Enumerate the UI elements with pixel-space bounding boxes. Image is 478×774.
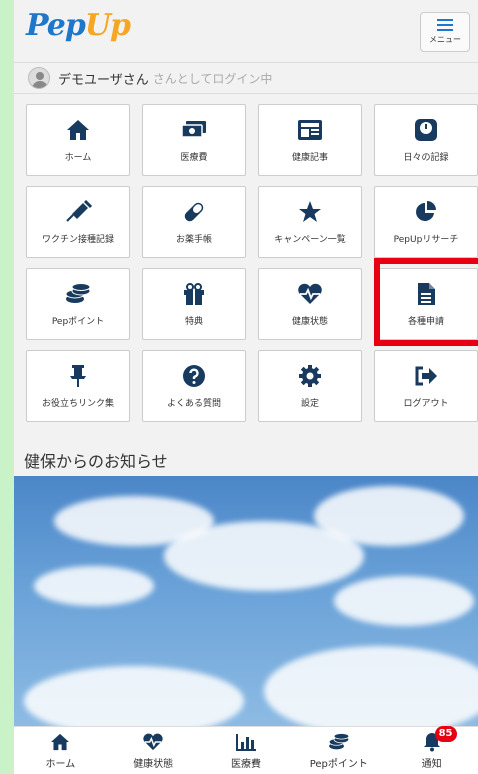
home-icon (64, 118, 92, 142)
bottom-nav: ホーム 健康状態 医療費 Pepポイント 85 通知 (14, 725, 478, 774)
tile-label: ホーム (64, 152, 92, 163)
tile-health-articles[interactable]: 健康記事 (258, 104, 362, 176)
heartbeat-icon (142, 732, 164, 752)
tile-pep-points[interactable]: Pepポイント (26, 268, 130, 340)
tile-label: PepUpリサーチ (393, 234, 459, 245)
cloud (34, 566, 154, 606)
tile-pepup-research[interactable]: PepUpリサーチ (374, 186, 478, 258)
tile-medical-expenses[interactable]: 医療費 (142, 104, 246, 176)
tile-label: Pepポイント (51, 316, 105, 327)
tile-useful-links[interactable]: お役立ちリンク集 (26, 350, 130, 422)
star-icon (296, 200, 324, 224)
coins-icon (64, 282, 92, 306)
tile-label: 健康記事 (291, 152, 328, 163)
tile-label: 日々の記録 (403, 152, 449, 163)
money-icon (180, 118, 208, 142)
nav-notifications[interactable]: 85 通知 (387, 725, 477, 770)
tile-health-status[interactable]: 健康状態 (258, 268, 362, 340)
scale-icon (412, 118, 440, 142)
tile-label: ログアウト (403, 398, 449, 409)
nav-medical-expenses[interactable]: 医療費 (201, 732, 291, 770)
nav-label: ホーム (45, 758, 76, 770)
highlight-box (374, 258, 478, 346)
tile-label: 健康状態 (291, 316, 328, 327)
nav-label: 健康状態 (133, 758, 174, 770)
menu-label: メニュー (429, 35, 461, 44)
coins-icon (328, 732, 350, 752)
nav-health-status[interactable]: 健康状態 (108, 732, 198, 770)
pepup-logo[interactable]: PepUp (26, 8, 131, 43)
tile-label: 特典 (184, 316, 203, 327)
bar-chart-icon (235, 732, 257, 752)
article-icon (296, 118, 324, 142)
nav-pep-points[interactable]: Pepポイント (294, 732, 384, 770)
tile-label: よくある質問 (166, 398, 221, 409)
home-icon (49, 732, 71, 752)
logo-accent-text: Up (84, 8, 131, 43)
tile-daily-records[interactable]: 日々の記録 (374, 104, 478, 176)
nav-label: Pepポイント (309, 758, 368, 770)
gift-icon (180, 282, 208, 306)
tile-label: 設定 (300, 398, 319, 409)
nav-label: 医療費 (230, 758, 261, 770)
syringe-icon (64, 199, 92, 224)
tile-settings[interactable]: 設定 (258, 350, 362, 422)
cloud (24, 666, 244, 726)
tile-vaccination-records[interactable]: ワクチン接種記録 (26, 186, 130, 258)
user-bar: デモユーザさん さんとしてログイン中 (14, 62, 478, 94)
tile-logout[interactable]: ログアウト (374, 350, 478, 422)
pin-icon (64, 364, 92, 388)
menu-grid: ホーム 医療費 健康記事 日々の記録 ワクチン接種記録 お薬手帳 キャンペーン一… (14, 100, 478, 430)
tile-label: ワクチン接種記録 (41, 234, 114, 245)
cloud (334, 576, 474, 626)
nav-home[interactable]: ホーム (15, 732, 105, 770)
cloud (264, 646, 478, 726)
tile-benefits[interactable]: 特典 (142, 268, 246, 340)
notification-badge: 85 (434, 725, 457, 742)
user-name: デモユーザさん (58, 72, 149, 88)
menu-button[interactable]: メニュー (420, 12, 470, 52)
avatar-icon (28, 67, 50, 89)
logo-text: Pep (26, 8, 86, 43)
news-section-title: 健保からのお知らせ (24, 452, 168, 471)
tile-label: お薬手帳 (175, 234, 212, 245)
tile-label: 医療費 (180, 152, 208, 163)
header: PepUp メニュー (14, 0, 478, 58)
question-icon (180, 364, 208, 388)
nav-label: 通知 (421, 758, 442, 770)
pill-icon (180, 200, 208, 224)
login-status: さんとしてログイン中 (152, 71, 273, 86)
tile-home[interactable]: ホーム (26, 104, 130, 176)
app-screen: PepUp メニュー デモユーザさん さんとしてログイン中 ホーム 医療費 健康… (14, 0, 478, 774)
tile-medicine-notebook[interactable]: お薬手帳 (142, 186, 246, 258)
tile-label: キャンペーン一覧 (274, 234, 346, 245)
news-banner-image[interactable] (14, 476, 478, 726)
tile-campaigns[interactable]: キャンペーン一覧 (258, 186, 362, 258)
pie-chart-icon (412, 200, 440, 224)
tile-faq[interactable]: よくある質問 (142, 350, 246, 422)
hamburger-icon (437, 19, 453, 31)
gear-icon (296, 364, 324, 388)
heartbeat-icon (296, 282, 324, 306)
tile-label: お役立ちリンク集 (41, 398, 114, 409)
logout-icon (412, 364, 440, 388)
cloud (314, 486, 464, 546)
